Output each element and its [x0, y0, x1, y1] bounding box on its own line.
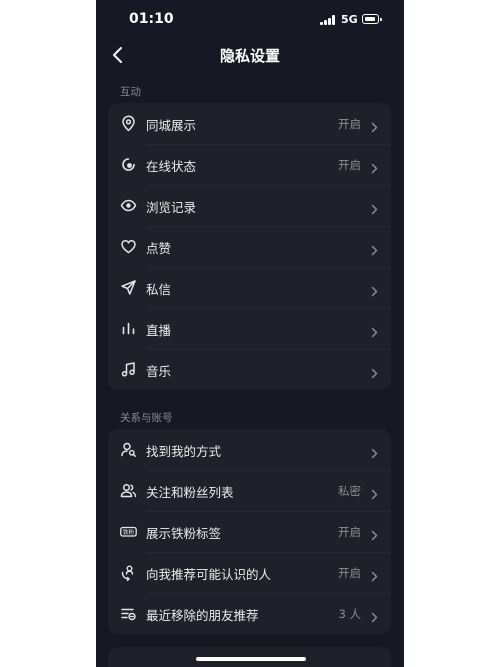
chevron-right-icon — [371, 118, 378, 133]
interaction-card: 同城展示 开启 在线状态 开启 浏览记录 点赞 私信 直播 音乐 — [108, 103, 391, 390]
users-icon — [120, 482, 137, 499]
row-value: 开启 — [338, 566, 361, 580]
eye-icon — [120, 197, 137, 214]
chevron-right-icon — [371, 159, 378, 174]
chevron-right-icon — [371, 526, 378, 541]
row-removed-recommendations[interactable]: 最近移除的朋友推荐 3 人 — [108, 593, 391, 634]
row-label: 同城展示 — [146, 118, 197, 133]
row-label: 找到我的方式 — [146, 444, 222, 459]
row-value: 3 人 — [338, 607, 361, 621]
row-browsing-history[interactable]: 浏览记录 — [108, 185, 391, 226]
chevron-right-icon — [371, 282, 378, 297]
row-fan-badge[interactable]: 铁粉 展示铁粉标签 开启 — [108, 511, 391, 552]
network-type: 5G — [341, 13, 358, 26]
live-bars-icon — [120, 320, 137, 337]
row-follow-list[interactable]: 关注和粉丝列表 私密 — [108, 470, 391, 511]
row-value: 开启 — [338, 117, 361, 131]
row-find-me[interactable]: 找到我的方式 — [108, 429, 391, 470]
send-icon — [120, 279, 137, 296]
row-label: 私信 — [146, 282, 172, 297]
row-label: 浏览记录 — [146, 200, 197, 215]
row-online-status[interactable]: 在线状态 开启 — [108, 144, 391, 185]
row-value: 私密 — [338, 484, 361, 498]
row-label: 直播 — [146, 323, 172, 338]
row-recommend-people[interactable]: 向我推荐可能认识的人 开启 — [108, 552, 391, 593]
row-label: 在线状态 — [146, 159, 197, 174]
chevron-right-icon — [371, 567, 378, 582]
chevron-right-icon — [371, 608, 378, 623]
relations-card: 找到我的方式 关注和粉丝列表 私密 铁粉 展示铁粉标签 开启 向我推荐可能认识的… — [108, 429, 391, 634]
section-label-relations: 关系与账号 — [120, 412, 173, 424]
row-label: 最近移除的朋友推荐 — [146, 608, 259, 623]
chevron-right-icon — [371, 485, 378, 500]
row-nearby-display[interactable]: 同城展示 开启 — [108, 103, 391, 144]
signal-icon — [320, 15, 336, 25]
recommend-people-icon — [120, 564, 137, 581]
status-time: 01:10 — [129, 11, 174, 27]
chevron-right-icon — [371, 444, 378, 459]
chevron-right-icon — [371, 323, 378, 338]
row-value: 开启 — [338, 158, 361, 172]
row-label: 向我推荐可能认识的人 — [146, 567, 272, 582]
page-title: 隐私设置 — [219, 47, 280, 65]
battery-icon — [362, 14, 382, 24]
chevron-right-icon — [371, 241, 378, 256]
user-search-icon — [120, 441, 137, 458]
removed-list-icon — [120, 605, 137, 622]
row-live[interactable]: 直播 — [108, 308, 391, 349]
online-status-icon — [120, 156, 137, 173]
row-likes[interactable]: 点赞 — [108, 226, 391, 267]
row-label: 关注和粉丝列表 — [146, 485, 234, 500]
row-direct-message[interactable]: 私信 — [108, 267, 391, 308]
chevron-right-icon — [371, 200, 378, 215]
music-note-icon — [120, 361, 137, 378]
fan-badge-icon: 铁粉 — [120, 523, 137, 540]
svg-text:铁粉: 铁粉 — [123, 528, 135, 536]
home-indicator[interactable] — [196, 657, 306, 661]
chevron-right-icon — [371, 364, 378, 379]
location-pin-icon — [120, 115, 137, 132]
row-label: 点赞 — [146, 241, 172, 256]
status-bar: 01:10 5G — [96, 0, 404, 40]
phone-screen: 01:10 5G 隐私设置 互动 同城展示 开启 在线状态 开启 浏览记录 点赞… — [96, 0, 404, 667]
section-label-interaction: 互动 — [120, 86, 141, 98]
row-label: 音乐 — [146, 364, 172, 379]
nav-bar: 隐私设置 — [96, 40, 404, 70]
row-music[interactable]: 音乐 — [108, 349, 391, 390]
row-label: 展示铁粉标签 — [146, 526, 222, 541]
row-value: 开启 — [338, 525, 361, 539]
heart-icon — [120, 238, 137, 255]
